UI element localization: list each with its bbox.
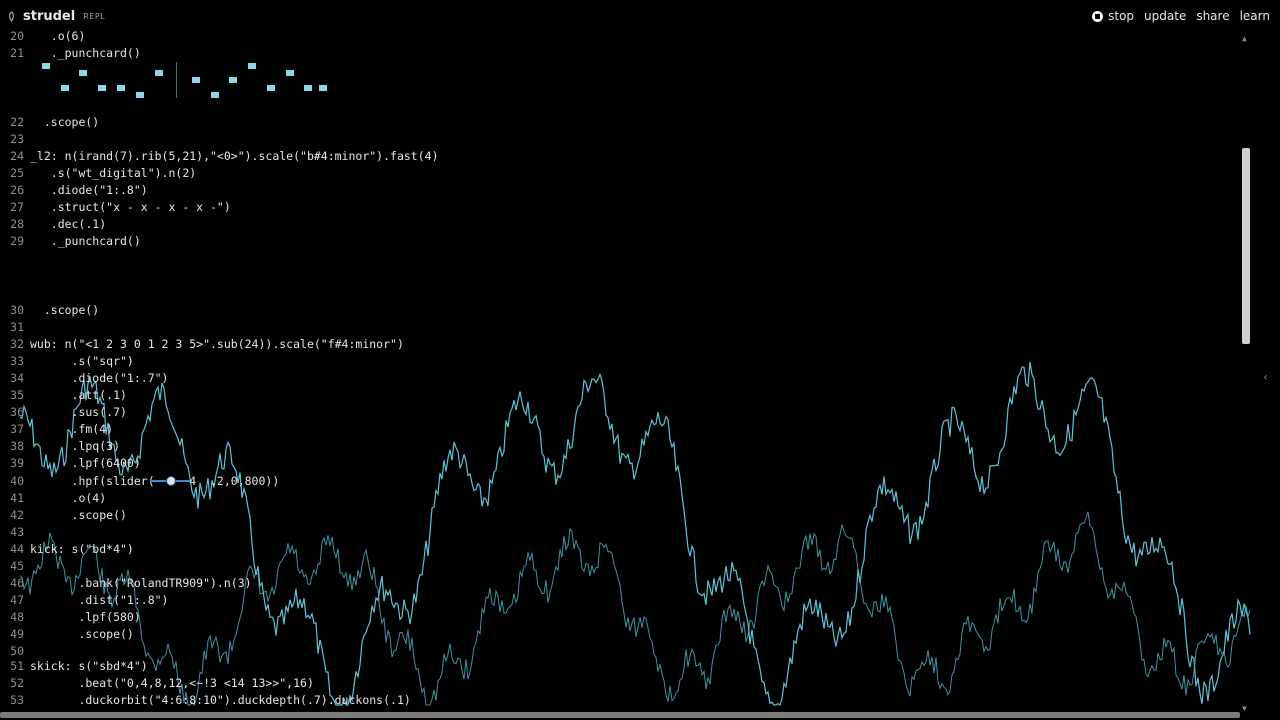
line-number: 35 [10,388,24,402]
code-line[interactable]: .lpq(3) [30,438,120,455]
line-number: 32 [10,337,24,351]
line-number: 42 [10,508,24,522]
code-line[interactable]: ._punchcard() [30,233,141,250]
line-number: 36 [10,405,24,419]
line-number: 47 [10,593,24,607]
line-number: 51 [10,659,24,673]
line-number: 43 [10,525,24,539]
code-line[interactable]: .diode("1:.8") [30,182,148,199]
line-number: 22 [10,115,24,129]
scroll-down-icon[interactable]: ▼ [1242,704,1247,713]
line-number: 44 [10,542,24,556]
code-line[interactable]: .lpf(6400) [30,455,141,472]
scroll-up-icon[interactable]: ▲ [1242,34,1247,43]
code-line[interactable]: .diode("1:.7") [30,370,169,387]
line-number: 28 [10,217,24,231]
code-line[interactable]: .s("sqr") [30,353,134,370]
line-number: 46 [10,576,24,590]
code-line[interactable]: .bank("RolandTR909").n(3) [30,575,251,592]
code-line[interactable]: .o(4) [30,490,107,507]
line-number: 48 [10,610,24,624]
line-number: 40 [10,474,24,488]
line-number: 38 [10,439,24,453]
code-line[interactable]: .o(6) [30,28,86,45]
horizontal-scrollbar[interactable] [0,712,1240,718]
code-line[interactable]: .scope() [30,507,127,524]
line-number: 25 [10,166,24,180]
vertical-scrollbar[interactable] [1242,148,1250,344]
code-line[interactable]: .struct("x - x - x - x -") [30,199,231,216]
code-line[interactable]: wub: n("<1 2 3 0 1 2 3 5>".sub(24)).scal… [30,336,404,353]
code-line[interactable]: skick: s("sbd*4") [30,658,148,675]
line-number: 20 [10,29,24,43]
code-line[interactable]: .lpf(580) [30,609,140,626]
line-number: 41 [10,491,24,505]
code-line[interactable]: _l2: n(irand(7).rib(5,21),"<0>").scale("… [30,148,439,165]
code-line[interactable]: .att(.1) [30,387,127,404]
line-number: 21 [10,46,24,60]
line-number: 31 [10,320,24,334]
slider-thumb[interactable] [166,476,176,486]
code-line[interactable]: kick: s("bd*4") [30,541,134,558]
code-line[interactable]: .scope() [30,302,99,319]
line-number: 45 [10,559,24,573]
line-number: 39 [10,456,24,470]
line-number: 37 [10,422,24,436]
code-line[interactable]: .scope() [30,626,133,643]
line-number: 27 [10,200,24,214]
line-number: 26 [10,183,24,197]
line-number: 30 [10,303,24,317]
code-line[interactable]: .dec(.1) [30,216,106,233]
line-number: 23 [10,132,24,146]
line-number: 24 [10,149,24,163]
chevron-left-icon[interactable]: ‹ [1262,370,1269,384]
code-line[interactable]: .duckorbit("4:6:8:10").duckdepth(.7).duc… [30,692,410,709]
code-line[interactable]: .s("wt_digital").n(2) [30,165,196,182]
line-number: 53 [10,693,24,707]
code-line[interactable]: .scope() [30,114,99,131]
hpf-slider[interactable] [150,476,190,486]
line-number: 34 [10,371,24,385]
code-line[interactable]: .sus(.7) [30,404,127,421]
code-line[interactable]: ._punchcard() [30,45,141,62]
code-editor[interactable]: 20 .o(6) 21 ._punchcard() 22 .scope() 23 24 _… [0,0,1280,720]
code-line[interactable]: .dist("1:.8") [30,592,168,609]
line-number: 29 [10,234,24,248]
code-line[interactable]: .fm(4) [30,421,114,438]
line-number: 52 [10,676,24,690]
line-number: 33 [10,354,24,368]
code-line[interactable]: .beat("0,4,8,12,<~!3 <14 13>>",16) [30,675,313,692]
line-number: 49 [10,627,24,641]
